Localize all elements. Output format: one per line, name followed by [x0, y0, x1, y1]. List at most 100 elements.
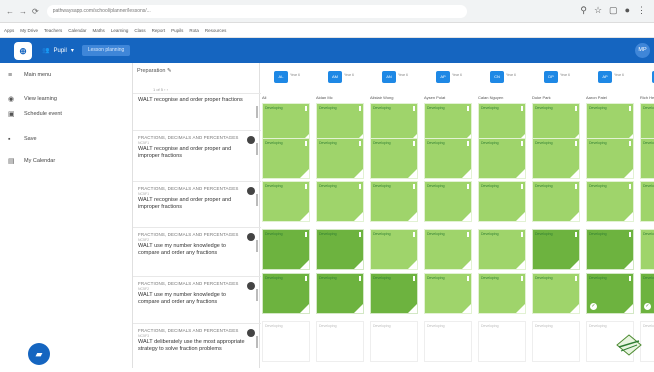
cell-menu-icon[interactable]	[629, 184, 631, 189]
lesson-row[interactable]: FRACTIONS, DECIMALS AND PERCENTAGES NC5F1…	[133, 130, 261, 179]
cell-menu-icon[interactable]	[305, 276, 307, 281]
bookmark-item[interactable]: Teachers	[44, 28, 62, 33]
cell-menu-icon[interactable]	[467, 184, 469, 189]
assessment-cell[interactable]: Developing	[586, 138, 634, 179]
cell-menu-icon[interactable]	[629, 232, 631, 237]
avatar[interactable]: MP	[635, 43, 650, 58]
assessment-cell[interactable]: Developing	[262, 273, 310, 314]
sidebar-item-schedule-event[interactable]: ▣ Schedule event	[8, 111, 62, 118]
chat-button[interactable]: ▰	[28, 343, 50, 365]
sidebar-item-view-learning[interactable]: ◉ View learning	[8, 96, 57, 103]
cell-menu-icon[interactable]	[467, 232, 469, 237]
bookmark-item[interactable]: Report	[152, 28, 166, 33]
cell-menu-icon[interactable]	[413, 184, 415, 189]
sidebar-item-main-menu[interactable]: ≡ Main menu	[8, 72, 51, 79]
cell-menu-icon[interactable]	[575, 141, 577, 146]
cell-menu-icon[interactable]	[467, 106, 469, 111]
more-options-icon[interactable]	[256, 194, 258, 206]
star-icon[interactable]: ☆	[594, 5, 602, 16]
assessment-cell[interactable]: Developing	[316, 273, 364, 314]
forward-icon[interactable]: →	[19, 7, 27, 16]
bookmark-item[interactable]: Learning	[111, 28, 129, 33]
search-icon[interactable]: ⚲	[580, 5, 587, 16]
assessment-cell[interactable]: Developing ✓	[586, 273, 634, 314]
student-column-header[interactable]: CN Year 6 Calan Nguyen	[476, 71, 530, 101]
bookmark-item[interactable]: Rota	[189, 28, 199, 33]
assessment-cell[interactable]: Developing	[478, 273, 526, 314]
assessment-cell[interactable]: Developing	[370, 181, 418, 222]
cell-menu-icon[interactable]	[305, 106, 307, 111]
more-options-icon[interactable]	[256, 289, 258, 301]
cell-menu-icon[interactable]	[521, 232, 523, 237]
cell-menu-icon[interactable]	[575, 276, 577, 281]
assessment-cell[interactable]: Developing	[262, 229, 310, 270]
assessment-cell[interactable]: Developing	[532, 138, 580, 179]
cell-menu-icon[interactable]	[305, 184, 307, 189]
cell-menu-icon[interactable]	[521, 106, 523, 111]
menu-icon[interactable]: ⋮	[637, 5, 646, 16]
cell-menu-icon[interactable]	[305, 232, 307, 237]
student-column-header[interactable]: AN Year 6 Alistair Wong	[368, 71, 422, 101]
cell-menu-icon[interactable]	[413, 141, 415, 146]
reload-icon[interactable]: ⟳	[32, 7, 39, 16]
assessment-cell[interactable]: Developing	[424, 273, 472, 314]
assessment-cell[interactable]: Developing	[262, 321, 310, 362]
assessment-cell[interactable]: Developing	[586, 229, 634, 270]
assessment-cell[interactable]: Developing	[478, 229, 526, 270]
bookmark-item[interactable]: Maths	[93, 28, 105, 33]
cell-menu-icon[interactable]	[521, 276, 523, 281]
student-column-header[interactable]: AM Year 6 Aidan Mc	[314, 71, 368, 101]
org-switcher[interactable]: 👥 Pupil ▾	[42, 47, 74, 55]
more-options-icon[interactable]	[256, 240, 258, 252]
assessment-cell[interactable]: Developing	[316, 181, 364, 222]
bookmark-item[interactable]: Calendar	[68, 28, 86, 33]
more-options-icon[interactable]	[256, 143, 258, 155]
assessment-cell[interactable]: Developing ✓	[640, 273, 654, 314]
assessment-cell[interactable]: Developing	[478, 181, 526, 222]
lesson-row[interactable]: FRACTIONS, DECIMALS AND PERCENTAGES NC5F3…	[133, 323, 261, 372]
cell-menu-icon[interactable]	[629, 276, 631, 281]
cell-menu-icon[interactable]	[413, 232, 415, 237]
sidebar-item-my-calendar[interactable]: ▤ My Calendar	[8, 158, 55, 165]
assessment-cell[interactable]: Developing	[316, 229, 364, 270]
lesson-row[interactable]: FRACTIONS, DECIMALS AND PERCENTAGES NC5F1…	[133, 181, 261, 230]
assessment-cell[interactable]: Developing	[532, 229, 580, 270]
more-options-icon[interactable]	[256, 106, 258, 118]
cell-menu-icon[interactable]	[359, 106, 361, 111]
student-column-header[interactable]: AP Year 6 Aysen Polat	[422, 71, 476, 101]
assessment-cell[interactable]: Developing	[424, 229, 472, 270]
cell-menu-icon[interactable]	[305, 141, 307, 146]
cell-menu-icon[interactable]	[413, 276, 415, 281]
assessment-cell[interactable]: Developing	[532, 181, 580, 222]
assessment-cell[interactable]: Developing	[640, 138, 654, 179]
bookmark-item[interactable]: Class	[134, 28, 145, 33]
lesson-planning-button[interactable]: Lesson planning	[81, 45, 131, 56]
bookmark-item[interactable]: Pupils	[171, 28, 183, 33]
assessment-cell[interactable]: Developing	[262, 181, 310, 222]
sidebar-item-save[interactable]: ▪ Save	[8, 136, 37, 143]
assessment-cell[interactable]: Developing	[478, 321, 526, 362]
cell-menu-icon[interactable]	[629, 106, 631, 111]
assessment-cell[interactable]: Developing	[532, 321, 580, 362]
extensions-icon[interactable]: ▢	[609, 5, 618, 16]
edit-icon[interactable]: ✎	[167, 68, 172, 74]
assessment-cell[interactable]: Developing	[316, 321, 364, 362]
lesson-row[interactable]: FRACTIONS, DECIMALS AND PERCENTAGES NC5F2…	[133, 227, 261, 276]
cell-menu-icon[interactable]	[575, 232, 577, 237]
assessment-cell[interactable]: Developing	[424, 321, 472, 362]
cell-menu-icon[interactable]	[629, 141, 631, 146]
app-logo-icon[interactable]: ⊕	[14, 41, 32, 60]
back-icon[interactable]: ←	[6, 7, 14, 16]
cell-menu-icon[interactable]	[575, 106, 577, 111]
assessment-cell[interactable]: Developing	[640, 229, 654, 270]
cell-menu-icon[interactable]	[359, 276, 361, 281]
cell-menu-icon[interactable]	[413, 106, 415, 111]
cell-menu-icon[interactable]	[359, 141, 361, 146]
assessment-cell[interactable]: Developing	[532, 273, 580, 314]
lesson-row[interactable]: FRACTIONS, DECIMALS AND PERCENTAGES NC5F2…	[133, 276, 261, 325]
cell-menu-icon[interactable]	[359, 232, 361, 237]
student-column-header[interactable]: AL Year 6 Ali	[260, 71, 314, 101]
student-column-header[interactable]: DP Year 6 Duke Park	[530, 71, 584, 101]
chevron-right-icon[interactable]: ›	[167, 87, 168, 92]
assessment-cell[interactable]: Developing	[640, 181, 654, 222]
